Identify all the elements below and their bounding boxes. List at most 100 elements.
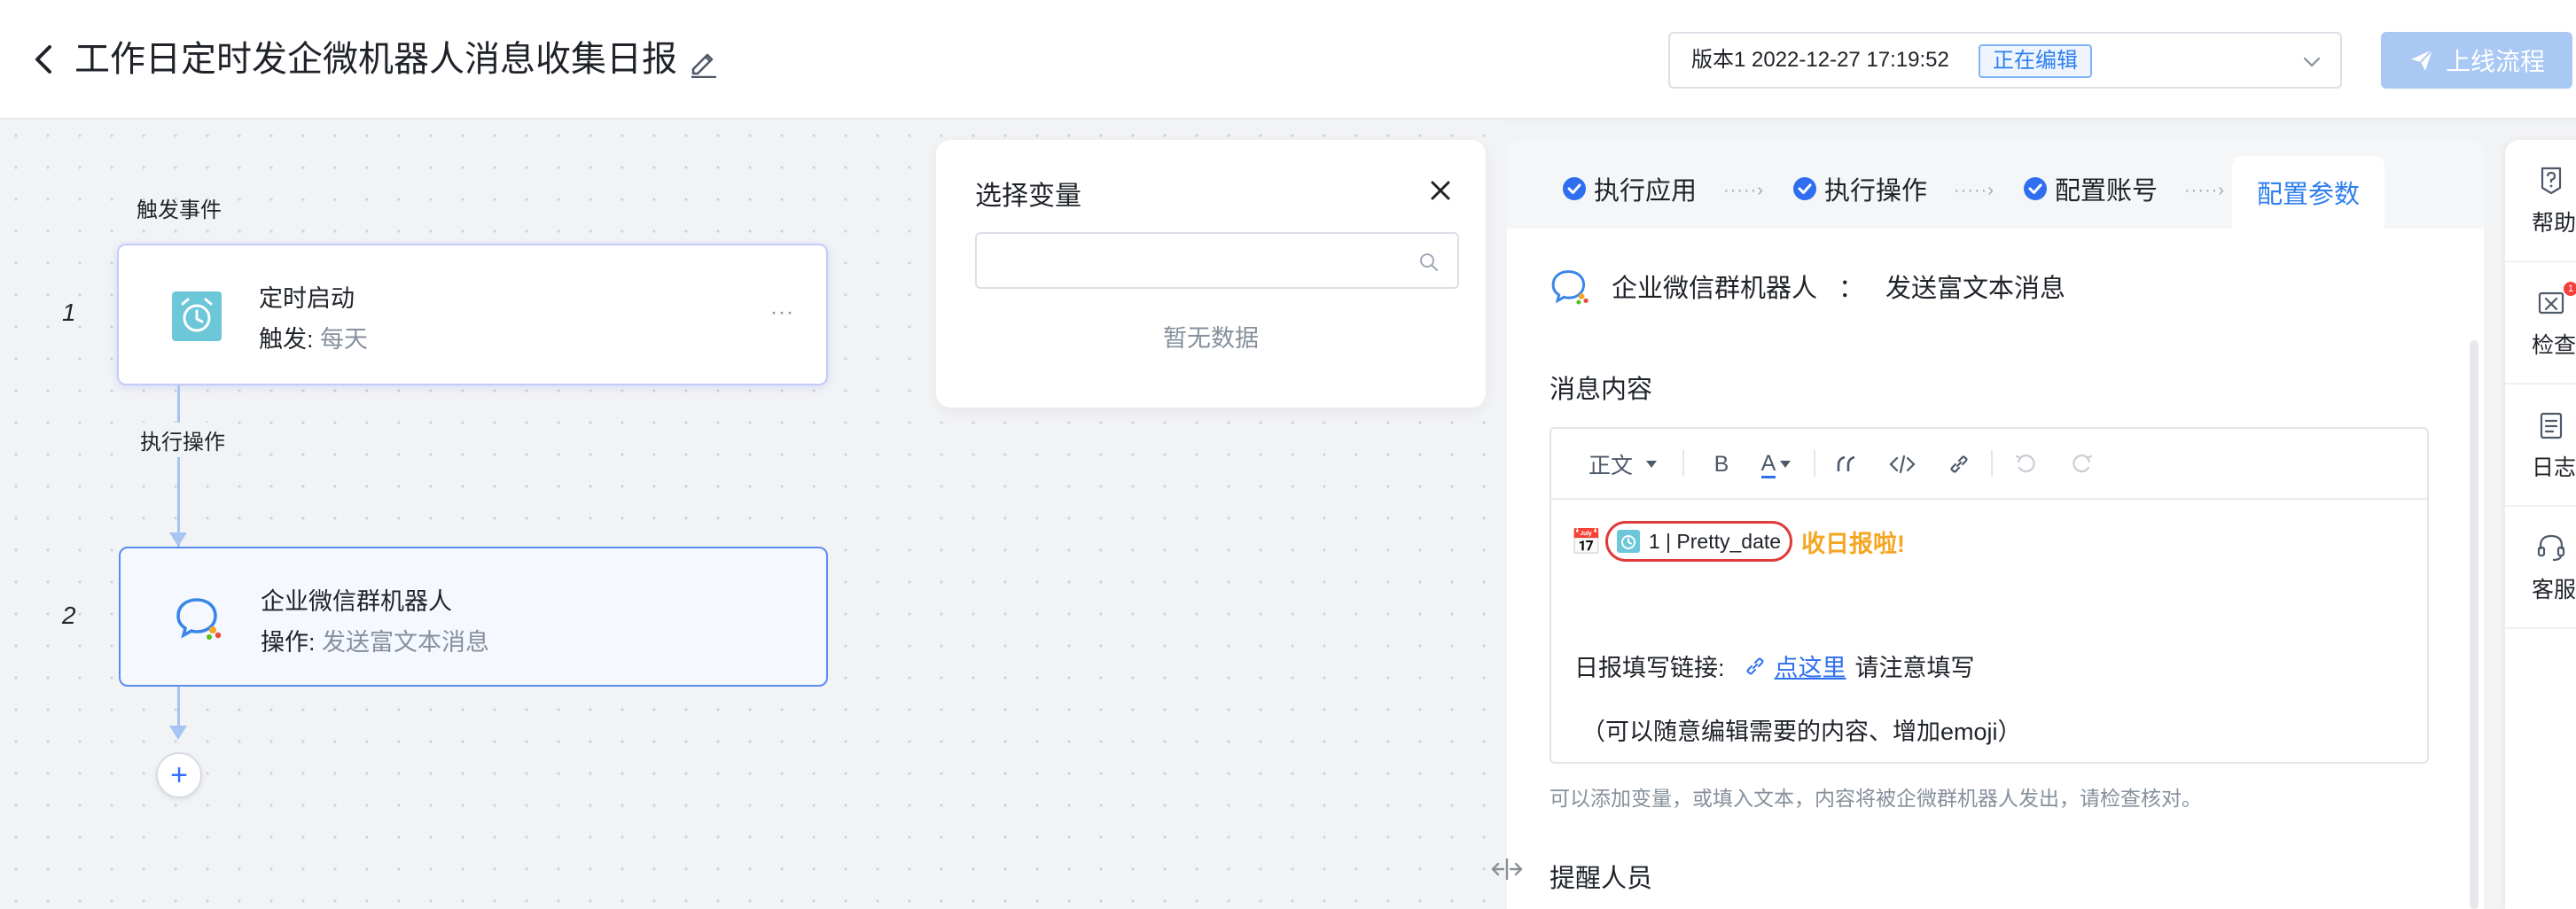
arrow-down-icon	[169, 726, 187, 740]
variable-search-box	[975, 232, 1459, 289]
wecom-bot-icon	[176, 598, 222, 640]
rich-text-editor: 正文 B A 📅 1 | Pretty_date 收日报啦! 日报填写链接: 点…	[1550, 427, 2429, 764]
variable-search-input[interactable]	[977, 234, 1457, 287]
edit-title-button[interactable]	[688, 46, 720, 79]
step-tab-account[interactable]: 配置账号	[2023, 170, 2158, 207]
node-more-button[interactable]: ···	[770, 300, 794, 325]
version-select[interactable]: 版本1 2022-12-27 17:19:52 正在编辑	[1668, 32, 2342, 89]
action-key: 操作:	[261, 629, 316, 656]
trigger-value: 每天	[320, 326, 369, 353]
arrow-down-icon	[169, 532, 187, 547]
step-separator: ·····›	[2184, 181, 2225, 200]
editor-line-1: 📅 1 | Pretty_date 收日报啦!	[1571, 521, 1905, 562]
toolbar-divider	[1682, 450, 1684, 477]
highlight-text: 收日报啦!	[1801, 530, 1906, 557]
close-button[interactable]	[1425, 175, 1456, 206]
redo-button[interactable]	[2064, 448, 2099, 480]
empty-state-text: 暂无数据	[1163, 325, 1259, 352]
alarm-clock-icon	[172, 291, 222, 341]
log-icon	[2540, 412, 2563, 439]
variable-chip-label: 1 | Pretty_date	[1648, 529, 1782, 553]
message-hint-text: 可以添加变量，或填入文本，内容将被企微群机器人发出，请检查核对。	[1550, 787, 2202, 810]
close-icon	[1431, 181, 1450, 200]
editor-line-2: 日报填写链接: 点这里 请注意填写	[1574, 649, 1975, 683]
font-color-button[interactable]: A	[1752, 448, 1801, 480]
code-icon	[1889, 454, 1916, 474]
chevron-down-icon	[2303, 57, 2321, 67]
variable-panel: 选择变量 暂无数据	[936, 140, 1486, 408]
paragraph-style-dropdown[interactable]: 正文	[1583, 448, 1663, 480]
step-separator: ·····›	[1723, 181, 1764, 200]
rail-item-check[interactable]: 1 检查	[2505, 262, 2576, 385]
help-icon	[2541, 167, 2562, 195]
check-icon	[2538, 291, 2564, 315]
rail-item-log[interactable]: 日志	[2505, 385, 2576, 507]
link-button[interactable]	[1941, 448, 1977, 480]
editor-toolbar: 正文 B A	[1551, 429, 2427, 500]
trigger-node-card[interactable]: 定时启动 触发: 每天 ···	[117, 244, 828, 385]
version-text: 版本1 2022-12-27 17:19:52	[1691, 48, 1949, 72]
step-tab-label: 执行操作	[1824, 177, 1928, 206]
step-number-1: 1	[62, 299, 76, 326]
back-button[interactable]	[27, 37, 62, 82]
bold-button[interactable]: B	[1704, 448, 1739, 480]
remind-people-label: 提醒人员	[1550, 865, 1653, 893]
action-node-subtitle: 操作: 发送富文本消息	[261, 623, 489, 657]
calendar-emoji: 📅	[1571, 527, 1602, 556]
step-number-2: 2	[62, 602, 76, 629]
top-header: 工作日定时发企微机器人消息收集日报 版本1 2022-12-27 17:19:5…	[0, 0, 2576, 119]
check-circle-icon	[1563, 177, 1586, 200]
add-node-button[interactable]: +	[156, 752, 202, 798]
resize-horizontal-icon	[1491, 858, 1523, 880]
link-suffix-text: 请注意填写	[1854, 655, 1975, 681]
undo-icon	[2015, 454, 2035, 473]
rail-item-support[interactable]: 客服	[2505, 507, 2576, 629]
step-tab-params[interactable]: 配置参数	[2232, 156, 2385, 229]
check-circle-icon	[2024, 177, 2047, 200]
publish-label: 上线流程	[2445, 48, 2545, 75]
step-tab-action[interactable]: 执行操作	[1792, 170, 1927, 207]
caret-down-icon	[1780, 461, 1791, 468]
daily-report-link[interactable]: 点这里	[1775, 649, 1846, 683]
action-node-card[interactable]: 企业微信群机器人 操作: 发送富文本消息	[119, 547, 828, 687]
chevron-left-icon	[35, 45, 51, 74]
pencil-icon	[691, 53, 716, 79]
editing-status-badge: 正在编辑	[1979, 44, 2092, 78]
rail-item-help[interactable]: 帮助	[2505, 140, 2576, 262]
toolbar-divider	[1991, 450, 1993, 477]
config-panel: 执行应用 ·····› 执行操作 ·····› 配置账号 ·····› 配置参数	[1507, 140, 2484, 909]
check-circle-icon	[1793, 177, 1816, 200]
rail-label: 客服	[2532, 578, 2576, 602]
trigger-section-label: 触发事件	[137, 198, 222, 222]
trigger-node-subtitle: 触发: 每天	[259, 320, 368, 354]
code-button[interactable]	[1885, 448, 1920, 480]
send-icon	[2410, 49, 2433, 71]
paragraph-style-label: 正文	[1588, 454, 1633, 478]
headset-icon	[2537, 534, 2565, 562]
link-icon	[1950, 455, 1968, 473]
caret-down-icon	[1646, 461, 1657, 468]
wecom-bot-icon	[1551, 270, 1589, 305]
panel-scrollbar[interactable]	[2470, 340, 2478, 909]
app-separator: ：	[1838, 275, 1865, 303]
trigger-node-title: 定时启动	[259, 285, 355, 312]
editor-content[interactable]: 📅 1 | Pretty_date 收日报啦! 日报填写链接: 点这里 请注意填…	[1551, 501, 2427, 764]
toolbar-divider	[1814, 450, 1815, 477]
page-title: 工作日定时发企微机器人消息收集日报	[74, 40, 677, 79]
right-tool-rail: 帮助 1 检查 日志 客服	[2505, 140, 2576, 909]
variable-chip[interactable]: 1 | Pretty_date	[1604, 521, 1793, 562]
step-tab-app[interactable]: 执行应用	[1562, 170, 1697, 207]
step-separator: ·····›	[1954, 181, 1994, 200]
issue-count-badge: 1	[2564, 282, 2576, 296]
rail-label: 帮助	[2532, 211, 2576, 236]
step-tab-label: 执行应用	[1594, 177, 1698, 206]
rail-label: 日志	[2532, 455, 2576, 480]
publish-button[interactable]: 上线流程	[2381, 32, 2572, 89]
panel-resize-handle[interactable]	[1489, 856, 1525, 882]
app-action: 发送富文本消息	[1885, 275, 2066, 303]
alarm-clock-icon	[1616, 530, 1640, 553]
font-color-label: A	[1760, 451, 1776, 478]
quote-button[interactable]	[1830, 448, 1865, 480]
rail-label: 检查	[2532, 333, 2576, 358]
undo-button[interactable]	[2009, 448, 2044, 480]
